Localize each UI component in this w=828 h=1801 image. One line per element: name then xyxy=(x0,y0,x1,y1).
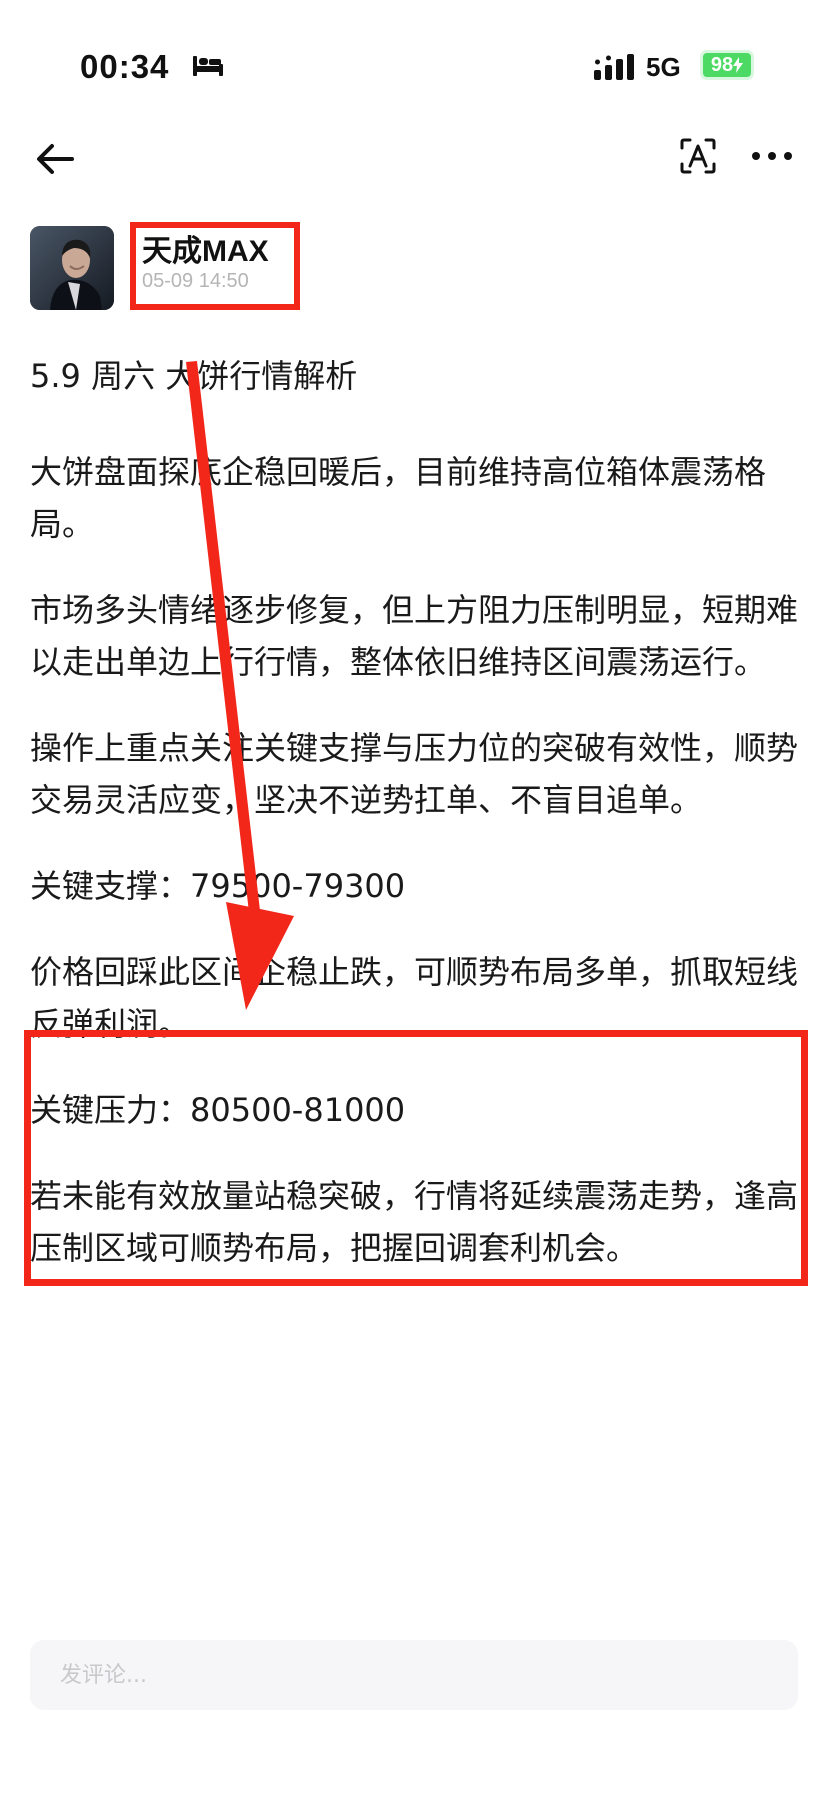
nav-bar xyxy=(0,128,828,188)
post-paragraph: 价格回踩此区间企稳止跌，可顺势布局多单，抓取短线反弹利润。 xyxy=(30,953,799,1043)
translate-icon[interactable] xyxy=(676,134,720,178)
charging-bolt-icon xyxy=(733,57,744,73)
battery-indicator: 98 xyxy=(700,50,754,80)
post-body: 5.9 周六 大饼行情解析 大饼盘面探底企稳回暖后，目前维持高位箱体震荡格局。 … xyxy=(30,350,800,1308)
post-time: 05-09 14:50 xyxy=(142,270,249,292)
post-paragraph: 若未能有效放量站稳突破，行情将延续震荡走势，逢高压制区域可顺势布局，把握回调套利… xyxy=(30,1177,799,1267)
post-title: 5.9 周六 大饼行情解析 xyxy=(30,357,358,395)
back-arrow-icon[interactable] xyxy=(34,138,76,180)
status-bar: 00:34 5G 98 xyxy=(0,40,828,90)
bed-icon xyxy=(193,56,223,76)
network-type: 5G xyxy=(646,52,681,82)
avatar-portrait-image xyxy=(30,226,114,310)
comment-input[interactable] xyxy=(30,1640,798,1710)
author-name[interactable]: 天成MAX xyxy=(142,226,269,270)
more-icon[interactable] xyxy=(750,138,794,174)
post-paragraph: 操作上重点关注关键支撑与压力位的突破有效性，顺势交易灵活应变，坚决不逆势扛单、不… xyxy=(30,729,799,819)
signal-icon xyxy=(594,54,634,80)
battery-level: 98 xyxy=(710,54,734,76)
avatar[interactable] xyxy=(30,226,114,310)
key-support-line: 关键支撑：79500-79300 xyxy=(30,867,406,905)
key-resistance-line: 关键压力：80500-81000 xyxy=(30,1091,406,1129)
post-paragraph: 市场多头情绪逐步修复，但上方阻力压制明显，短期难以走出单边上行行情，整体依旧维持… xyxy=(30,591,799,681)
post-paragraph: 大饼盘面探底企稳回暖后，目前维持高位箱体震荡格局。 xyxy=(30,453,767,543)
status-time: 00:34 xyxy=(80,48,170,85)
